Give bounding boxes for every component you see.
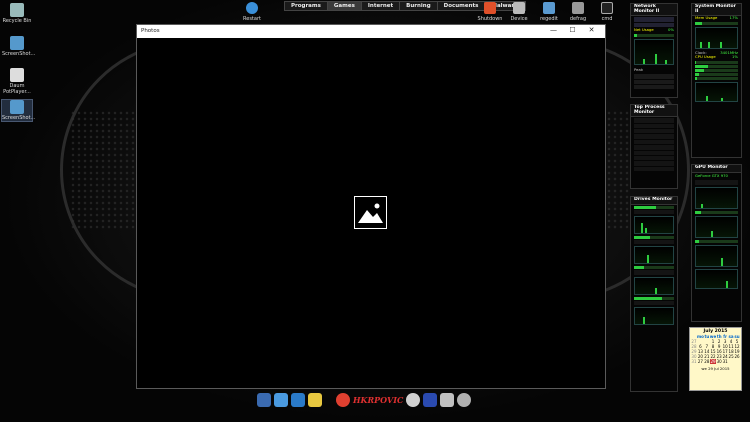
restart-icon bbox=[246, 2, 258, 14]
maximize-button[interactable]: ☐ bbox=[563, 26, 582, 34]
chrome-icon[interactable] bbox=[336, 393, 350, 407]
drives-monitor-gadget: Drives Monitor bbox=[630, 196, 678, 392]
photos-titlebar[interactable]: Photos — ☐ ✕ bbox=[137, 25, 605, 38]
photos-window[interactable]: Photos — ☐ ✕ bbox=[136, 24, 606, 389]
mem-usage-value: 17% bbox=[729, 15, 738, 21]
notes-icon[interactable] bbox=[308, 393, 322, 407]
launcher-label: Device bbox=[510, 16, 528, 22]
calendar-day bbox=[734, 359, 740, 364]
net-usage-label: Net Usage bbox=[634, 26, 654, 32]
desktop: Recycle Bin ScreenShot... Daum PotPlayer… bbox=[0, 0, 750, 422]
play-icon bbox=[10, 68, 24, 82]
window-title: Photos bbox=[141, 28, 160, 34]
network-icon[interactable] bbox=[274, 393, 288, 407]
registry-icon bbox=[543, 2, 555, 14]
desktop-icon-screenshot[interactable]: ScreenShot... bbox=[2, 36, 36, 57]
minimize-button[interactable]: — bbox=[544, 26, 563, 34]
gadget-title: GPU Monitor bbox=[692, 165, 741, 173]
launcher-label: cmd bbox=[601, 16, 613, 22]
launcher-label: regedit bbox=[540, 16, 558, 22]
cmd-launcher[interactable]: cmd bbox=[591, 2, 623, 22]
calendar-grid: mo tu we th fr sa su 27 1 2 3 4 5 28 6 7 8 9 10 11 12 29 13 14 1… bbox=[690, 334, 741, 364]
desktop-icon-recycle-bin[interactable]: Recycle Bin bbox=[2, 3, 32, 24]
desktop-icon-label: ScreenShot... bbox=[2, 51, 36, 57]
settings-icon[interactable] bbox=[406, 393, 421, 407]
restart-label: Restart bbox=[243, 16, 261, 22]
menu-burning[interactable]: Burning bbox=[400, 2, 438, 10]
close-button[interactable]: ✕ bbox=[582, 26, 601, 34]
gpu-monitor-gadget: GPU Monitor GeForce GTX 970 bbox=[691, 164, 742, 322]
defrag-launcher[interactable]: defrag bbox=[562, 2, 594, 22]
device-launcher[interactable]: Device bbox=[503, 2, 535, 22]
desktop-icon-label: Recycle Bin bbox=[2, 18, 32, 24]
power-icon bbox=[484, 2, 496, 14]
restart-launcher[interactable]: Restart bbox=[236, 2, 268, 22]
clock-icon[interactable] bbox=[457, 393, 472, 407]
desktop-icon-label: ScreenShot... bbox=[2, 115, 36, 121]
cpu-usage-label: CPU Usage bbox=[695, 54, 716, 60]
desktop-icon-screenshot-selected[interactable]: ScreenShot... bbox=[1, 99, 36, 122]
app-icon[interactable] bbox=[423, 393, 438, 407]
dock: HKRPOVIC bbox=[257, 390, 472, 410]
image-file-icon bbox=[10, 36, 24, 50]
terminal-icon bbox=[601, 2, 613, 14]
network-monitor-gadget: Network Monitor II Net Usage 0% Peak bbox=[630, 3, 678, 98]
recycle-bin-icon bbox=[10, 3, 24, 17]
trash-icon[interactable] bbox=[440, 393, 455, 407]
device-icon bbox=[513, 2, 525, 14]
mem-usage-label: Mem Usage bbox=[695, 15, 718, 21]
image-placeholder-icon bbox=[354, 196, 387, 229]
launcher-label: defrag bbox=[569, 16, 587, 22]
folder-icon[interactable] bbox=[291, 393, 305, 407]
cpu-usage-value: 1% bbox=[731, 54, 738, 60]
monitor-icon[interactable] bbox=[257, 393, 271, 407]
shutdown-launcher[interactable]: Shutdown bbox=[474, 2, 506, 22]
regedit-launcher[interactable]: regedit bbox=[533, 2, 565, 22]
gpu-name: GeForce GTX 970 bbox=[695, 172, 728, 178]
system-monitor-gadget: System Monitor II Mem Usage 17% Clock: 340… bbox=[691, 3, 742, 158]
dock-logo: HKRPOVIC bbox=[353, 395, 404, 405]
gadget-title: Drives Monitor bbox=[631, 197, 677, 205]
calendar-day: 27 bbox=[697, 359, 703, 364]
top-process-monitor-gadget: Top Process Monitor bbox=[630, 104, 678, 189]
peak-label: Peak bbox=[634, 66, 644, 72]
menu-internet[interactable]: Internet bbox=[362, 2, 401, 10]
menu-games[interactable]: Games bbox=[327, 2, 362, 10]
gadget-title: Network Monitor II bbox=[631, 4, 677, 17]
disk-icon bbox=[572, 2, 584, 14]
net-usage-value: 0% bbox=[667, 26, 674, 32]
menu-programs[interactable]: Programs bbox=[285, 2, 328, 10]
image-file-icon bbox=[10, 100, 24, 114]
desktop-icon-label: Daum PotPlayer... bbox=[3, 83, 31, 95]
launcher-label: Shutdown bbox=[477, 16, 503, 22]
gadget-title: Top Process Monitor bbox=[631, 105, 677, 118]
calendar-footer: we 29 Jul 2015 bbox=[701, 366, 730, 371]
desktop-icon-potplayer[interactable]: Daum PotPlayer... bbox=[2, 68, 32, 95]
calendar-gadget: July 2015 mo tu we th fr sa su 27 1 2 3 4 5 28 6 7 8 9 10 1… bbox=[689, 327, 742, 391]
